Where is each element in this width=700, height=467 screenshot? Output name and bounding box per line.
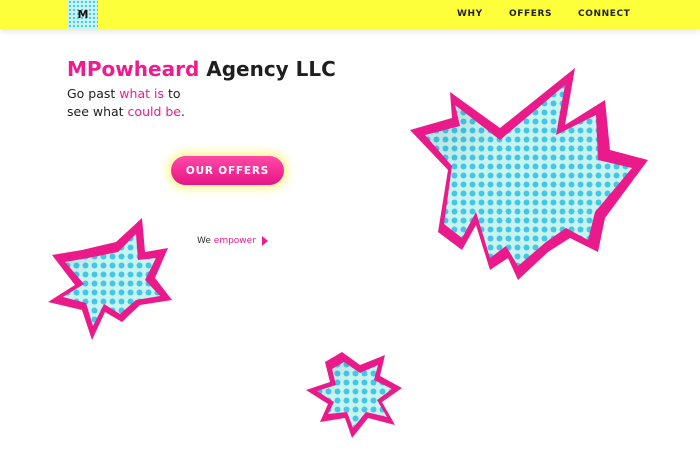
burst-small-icon bbox=[306, 352, 402, 438]
empower-highlight: empower bbox=[213, 236, 256, 246]
tagline-highlight-what-is: what is bbox=[119, 86, 164, 101]
we-empower-link[interactable]: We empower bbox=[197, 236, 268, 246]
burst-large-icon bbox=[410, 68, 648, 280]
tagline-end: . bbox=[181, 104, 185, 119]
burst-medium-icon bbox=[48, 218, 172, 340]
page-title: MPowheard Agency LLC bbox=[67, 57, 336, 81]
title-rest: Agency LLC bbox=[199, 57, 336, 81]
tagline: Go past what is to see what could be. bbox=[67, 85, 197, 121]
empower-text: We empower bbox=[197, 236, 256, 246]
play-arrow-icon bbox=[261, 236, 268, 246]
empower-prefix: We bbox=[197, 236, 214, 246]
our-offers-button[interactable]: OUR OFFERS bbox=[171, 156, 284, 185]
tagline-highlight-could-be: could be bbox=[127, 104, 181, 119]
tagline-part1: Go past bbox=[67, 86, 120, 101]
title-brand: MPowheard bbox=[67, 57, 200, 81]
